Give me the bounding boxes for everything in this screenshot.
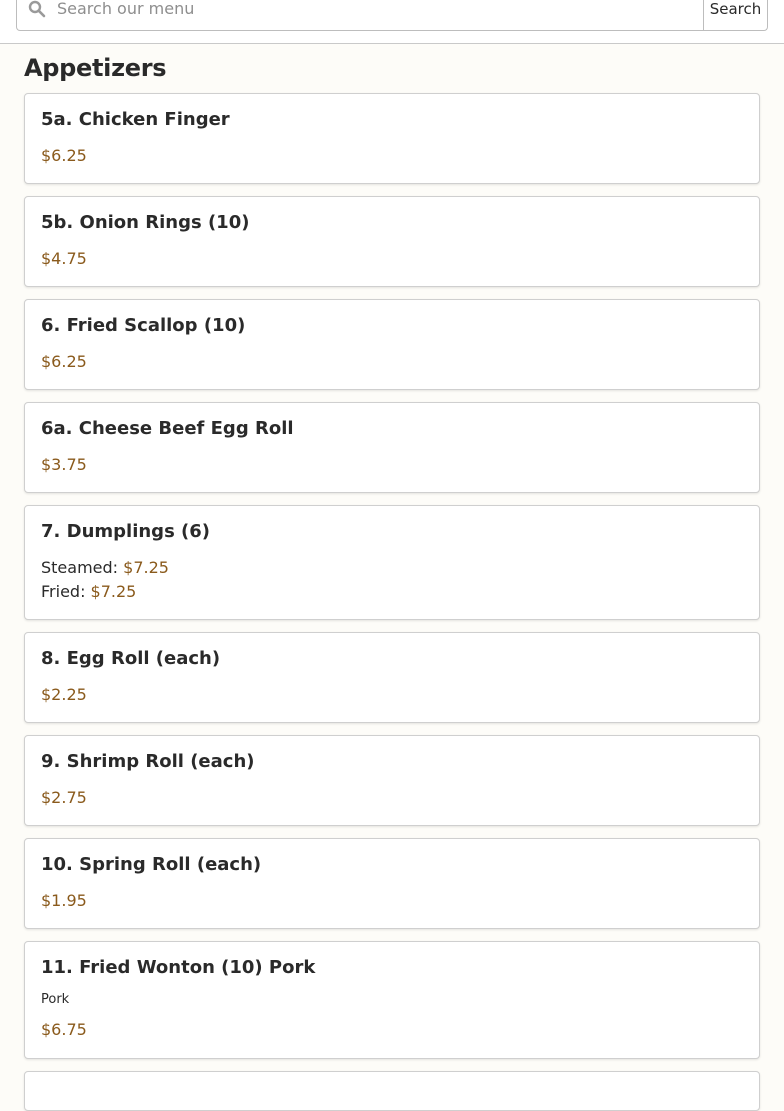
item-name: 11. Fried Wonton (10) Pork: [41, 957, 316, 978]
menu-item-card[interactable]: 8. Egg Roll (each) $2.25: [24, 632, 760, 723]
price-option-amount: $7.25: [90, 582, 137, 601]
item-description: Pork: [41, 992, 70, 1007]
price-option-amount: $7.25: [123, 558, 169, 577]
item-price: $3.75: [41, 455, 87, 474]
item-name: 8. Egg Roll (each): [41, 648, 221, 669]
item-price: $4.75: [41, 249, 87, 268]
item-name: 6. Fried Scallop (10): [41, 315, 246, 336]
item-price: $2.25: [41, 685, 87, 704]
search-icon: [17, 0, 57, 30]
menu-item-card[interactable]: 9. Shrimp Roll (each) $2.75: [24, 735, 760, 826]
menu-item-card[interactable]: 11. Fried Wonton (10) Pork Pork $6.75: [24, 941, 760, 1059]
menu-item-card[interactable]: [24, 1071, 760, 1111]
menu-item-card[interactable]: 5a. Chicken Finger $6.25: [24, 93, 760, 184]
item-price: $6.25: [41, 146, 87, 165]
item-name: 5a. Chicken Finger: [41, 109, 230, 130]
menu-item-card[interactable]: 7. Dumplings (6) Steamed: $7.25 Fried: $…: [24, 505, 760, 620]
section-title: Appetizers: [24, 54, 167, 82]
item-price: $2.75: [41, 788, 87, 807]
item-price: $6.25: [41, 352, 87, 371]
item-name: 5b. Onion Rings (10): [41, 212, 250, 233]
price-option-row: Steamed: $7.25: [41, 558, 169, 577]
item-name: 9. Shrimp Roll (each): [41, 751, 255, 772]
search-button[interactable]: Search: [703, 0, 767, 30]
search-input[interactable]: [57, 0, 703, 30]
menu-item-card[interactable]: 10. Spring Roll (each) $1.95: [24, 838, 760, 929]
price-option-label: Steamed:: [41, 558, 119, 577]
search-bar: Search: [0, 0, 784, 44]
price-option-row: Fried: $7.25: [41, 582, 136, 601]
price-option-label: Fried:: [41, 582, 86, 601]
item-name: 10. Spring Roll (each): [41, 854, 262, 875]
search-box: Search: [16, 0, 768, 31]
menu-item-card[interactable]: 5b. Onion Rings (10) $4.75: [24, 196, 760, 287]
item-name: 7. Dumplings (6): [41, 521, 211, 542]
menu-item-card[interactable]: 6a. Cheese Beef Egg Roll $3.75: [24, 402, 760, 493]
item-price: $1.95: [41, 891, 87, 910]
item-name: 6a. Cheese Beef Egg Roll: [41, 418, 294, 439]
menu-item-card[interactable]: 6. Fried Scallop (10) $6.25: [24, 299, 760, 390]
item-price: $6.75: [41, 1020, 87, 1039]
